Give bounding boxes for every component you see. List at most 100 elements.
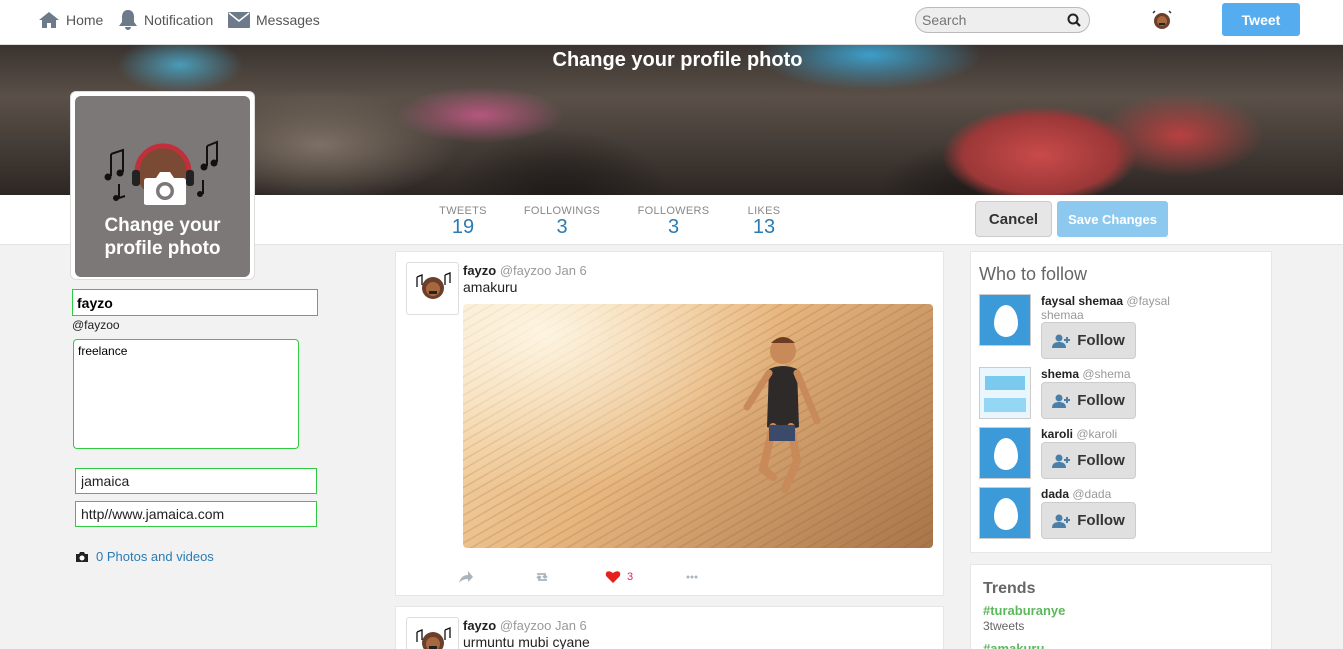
suggestion-display-name: karoli — [1041, 427, 1074, 441]
follow-label: Follow — [1077, 392, 1125, 409]
egg-icon — [994, 305, 1018, 337]
stat-value: 3 — [556, 216, 568, 238]
stat-tweets[interactable]: TWEETS 19 — [438, 205, 488, 237]
photos-and-videos-label: 0 Photos and videos — [96, 549, 214, 564]
profile-avatar[interactable]: Change your profile photo — [75, 96, 250, 277]
search-box — [915, 7, 1090, 33]
nav-home-label: Home — [66, 12, 104, 28]
like-count: 3 — [627, 571, 634, 583]
like-button[interactable]: 3 — [605, 570, 633, 584]
tweet-button[interactable]: Tweet — [1222, 3, 1300, 36]
stat-likes[interactable]: LIKES 13 — [744, 205, 784, 237]
search-icon[interactable] — [1067, 13, 1081, 27]
follow-suggestion: dada @dada Follow — [979, 487, 1269, 542]
tweet-actions: 3 — [458, 570, 758, 586]
follow-button[interactable]: Follow — [1041, 502, 1136, 539]
trend-hashtag[interactable]: #turaburanye — [983, 603, 1065, 618]
profile-avatar-card[interactable]: Change your profile photo — [70, 91, 255, 280]
top-navigation: Home Notification Messages Tweet — [0, 0, 1343, 45]
photos-and-videos-link[interactable]: 0 Photos and videos — [75, 549, 214, 564]
trend-count: 3tweets — [983, 619, 1025, 633]
default-egg-avatar[interactable] — [979, 294, 1031, 346]
bio-field[interactable]: freelance — [73, 339, 299, 449]
camera-icon — [76, 551, 88, 562]
egg-icon — [994, 498, 1018, 530]
retweet-icon[interactable] — [534, 570, 550, 584]
follow-button[interactable]: Follow — [1041, 382, 1136, 419]
search-input[interactable] — [916, 8, 1056, 32]
running-child-figure — [743, 337, 821, 493]
who-to-follow-title: Who to follow — [979, 264, 1088, 284]
suggestion-name[interactable]: faysal shemaa @faysal shemaa — [1041, 294, 1191, 322]
default-egg-avatar[interactable] — [979, 487, 1031, 539]
tweet-header: fayzo @fayzoo Jan 6 — [463, 263, 587, 278]
trends-panel: Trends #turaburanye 3tweets #amakuru — [970, 564, 1272, 649]
photo-thumbnail-icon — [980, 368, 1030, 418]
suggestion-display-name: faysal shemaa — [1041, 294, 1124, 308]
tweet-text: amakuru — [463, 279, 518, 295]
stat-followings[interactable]: FOLLOWINGS 3 — [522, 205, 602, 237]
suggestion-name[interactable]: shema @shema — [1041, 367, 1191, 381]
nav-home[interactable]: Home — [38, 10, 103, 30]
tweet-card: fayzo @fayzoo Jan 6 amakuru 3 — [395, 251, 944, 596]
follow-suggestion: karoli @karoli Follow — [979, 427, 1269, 482]
cancel-button[interactable]: Cancel — [975, 201, 1052, 237]
nav-notification-label: Notification — [144, 12, 214, 28]
banner-change-photo-title[interactable]: Change your profile photo — [0, 49, 1343, 72]
tweet-meta: @fayzoo Jan 6 — [499, 618, 587, 633]
stat-value: 13 — [752, 216, 776, 238]
suggestion-name[interactable]: karoli @karoli — [1041, 427, 1191, 441]
music-notes-avatar-icon — [416, 627, 451, 649]
add-user-icon — [1052, 454, 1071, 468]
bell-icon — [119, 10, 137, 30]
follow-label: Follow — [1077, 452, 1125, 469]
stat-value: 19 — [451, 216, 475, 238]
user-photo-avatar[interactable] — [979, 367, 1031, 419]
follow-button[interactable]: Follow — [1041, 442, 1136, 479]
image-light — [463, 304, 933, 548]
trend-hashtag[interactable]: #amakuru — [983, 641, 1044, 649]
who-to-follow-panel: Who to follow faysal shemaa @faysal shem… — [970, 251, 1272, 553]
follow-label: Follow — [1077, 332, 1125, 349]
location-field[interactable] — [75, 468, 317, 494]
follow-label: Follow — [1077, 512, 1125, 529]
suggestion-name[interactable]: dada @dada — [1041, 487, 1191, 501]
tweet-author-name[interactable]: fayzo — [463, 618, 496, 633]
add-user-icon — [1052, 394, 1071, 408]
tweet-meta: @fayzoo Jan 6 — [499, 263, 587, 278]
music-notes-avatar-icon — [416, 272, 451, 299]
website-field[interactable] — [75, 501, 317, 527]
stat-followers[interactable]: FOLLOWERS 3 — [636, 205, 711, 237]
add-user-icon — [1052, 514, 1071, 528]
nav-messages[interactable]: Messages — [228, 10, 320, 30]
follow-button[interactable]: Follow — [1041, 322, 1136, 359]
tweet-text: urmuntu mubi cyane — [463, 634, 590, 649]
suggestion-handle: @karoli — [1076, 427, 1118, 441]
avatar-change-photo-label: Change your profile photo — [104, 215, 221, 259]
nav-notification[interactable]: Notification — [118, 10, 213, 30]
tweet-image[interactable] — [463, 304, 933, 548]
nav-messages-label: Messages — [256, 12, 320, 28]
more-options-icon[interactable] — [686, 575, 698, 579]
tweet-card: fayzo @fayzoo Jan 6 urmuntu mubi cyane — [395, 606, 944, 649]
follow-suggestion: shema @shema Follow — [979, 367, 1269, 422]
add-user-icon — [1052, 334, 1071, 348]
user-avatar-icon[interactable] — [1150, 8, 1174, 32]
tweet-author-avatar[interactable] — [406, 262, 459, 315]
tweet-author-name[interactable]: fayzo — [463, 263, 496, 278]
suggestion-display-name: shema — [1041, 367, 1080, 381]
trends-title: Trends — [983, 580, 1036, 597]
profile-handle: @fayzoo — [72, 318, 120, 332]
egg-icon — [994, 438, 1018, 470]
suggestion-handle: @dada — [1072, 487, 1112, 501]
camera-icon — [144, 172, 186, 205]
name-field[interactable] — [72, 289, 318, 316]
heart-icon — [605, 571, 621, 583]
tweet-author-avatar[interactable] — [406, 617, 459, 649]
default-egg-avatar[interactable] — [979, 427, 1031, 479]
save-changes-button[interactable]: Save Changes — [1057, 201, 1168, 237]
envelope-icon — [228, 12, 250, 28]
follow-suggestion: faysal shemaa @faysal shemaa Follow — [979, 294, 1269, 359]
tweet-header: fayzo @fayzoo Jan 6 — [463, 618, 587, 633]
share-icon[interactable] — [458, 570, 474, 584]
